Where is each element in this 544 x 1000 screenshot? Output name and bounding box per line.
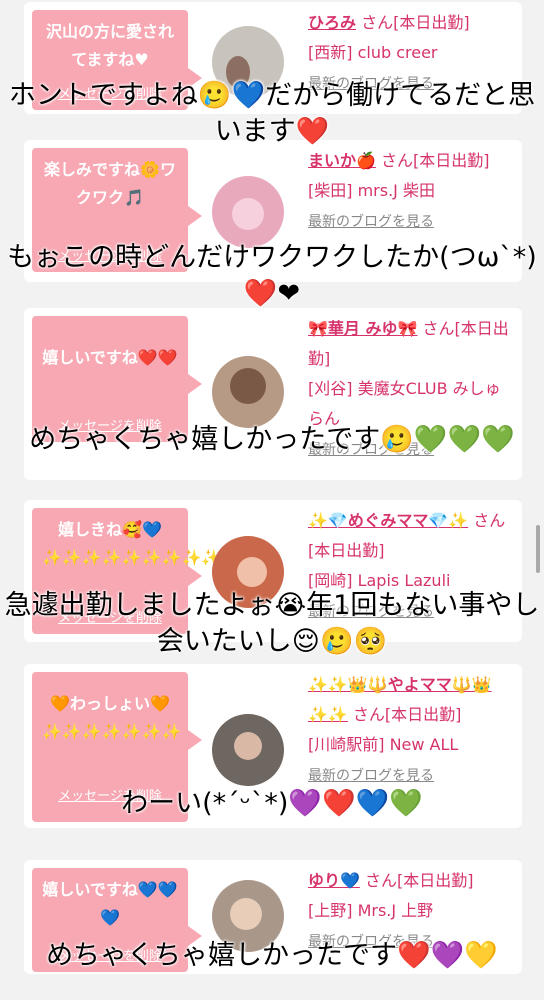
latest-blog-link[interactable]: 最新のブログを見る: [308, 768, 434, 784]
overlay-caption: 急遽出勤しましたよぉ😭年1回もない事やし会いたいし😌🥲🥺: [4, 590, 540, 657]
cast-name-link[interactable]: ひろみ: [308, 13, 356, 32]
cast-status: さん[本日出勤]: [347, 705, 462, 724]
message-text: 楽しみですね🌼ワクワク🎵: [44, 160, 176, 207]
avatar-shape: [237, 557, 267, 587]
cast-status: さん[本日出勤]: [356, 13, 470, 32]
message-text: 嬉しいですね❤️❤️: [42, 348, 178, 367]
avatar-image: [212, 714, 284, 786]
cast-name-link[interactable]: 🎀華月 みゆ🎀: [308, 319, 417, 338]
message-text: 🧡わっしょい🧡✨✨✨✨✨✨✨: [42, 694, 182, 741]
avatar-shape: [230, 898, 262, 930]
avatar[interactable]: [212, 714, 284, 786]
overlay-caption: わーい(*´ᵕ`*)💜❤️💙💚: [121, 788, 423, 819]
cast-info: まいか🍎 さん[本日出勤] [柴田] mrs.J 柴田 最新のブログを見る: [308, 146, 516, 237]
shop-name: [川崎駅前] New ALL: [308, 735, 459, 754]
latest-blog-link[interactable]: 最新のブログを見る: [308, 214, 434, 230]
overlay-caption: もぉこの時どんだけワクワクしたか(つω`*)❤️❤: [7, 242, 537, 309]
cast-status: さん[本日出勤]: [359, 871, 474, 890]
shop-name: [西新] club creer: [308, 43, 438, 62]
avatar-shape: [232, 198, 264, 230]
shop-name: [上野] Mrs.J 上野: [308, 901, 434, 920]
overlay-caption: ホントですよね🥲💙だから働けてるだと思います❤️: [8, 80, 536, 147]
avatar-shape: [234, 732, 262, 760]
scrollbar[interactable]: [536, 525, 540, 573]
cast-name-link[interactable]: ✨💎めぐみママ💎✨: [308, 511, 468, 530]
cast-name-link[interactable]: ゆり💙: [308, 871, 360, 890]
message-text: 沢山の方に愛されてますね♥: [45, 22, 174, 69]
avatar[interactable]: [212, 356, 284, 428]
shop-name: [柴田] mrs.J 柴田: [308, 181, 435, 200]
overlay-caption: めちゃくちゃ嬉しかったです🥲💚💚💚: [29, 424, 515, 455]
avatar-image: [212, 356, 284, 428]
cast-name-link[interactable]: まいか🍎: [308, 151, 376, 170]
avatar-image: [212, 176, 284, 248]
cast-info: ✨✨👑🔱やよママ🔱👑✨✨ さん[本日出勤] [川崎駅前] New ALL 最新の…: [308, 670, 516, 791]
overlay-caption: めちゃくちゃ嬉しかったです❤️💜💛: [46, 940, 498, 971]
message-text: 嬉しきね🥰💙✨✨✨✨✨✨✨✨✨: [42, 520, 222, 567]
avatar[interactable]: [212, 176, 284, 248]
cast-status: さん[本日出勤]: [375, 151, 490, 170]
message-text: 嬉しいですね💙💙💙: [42, 880, 178, 927]
avatar-shape: [230, 368, 266, 404]
